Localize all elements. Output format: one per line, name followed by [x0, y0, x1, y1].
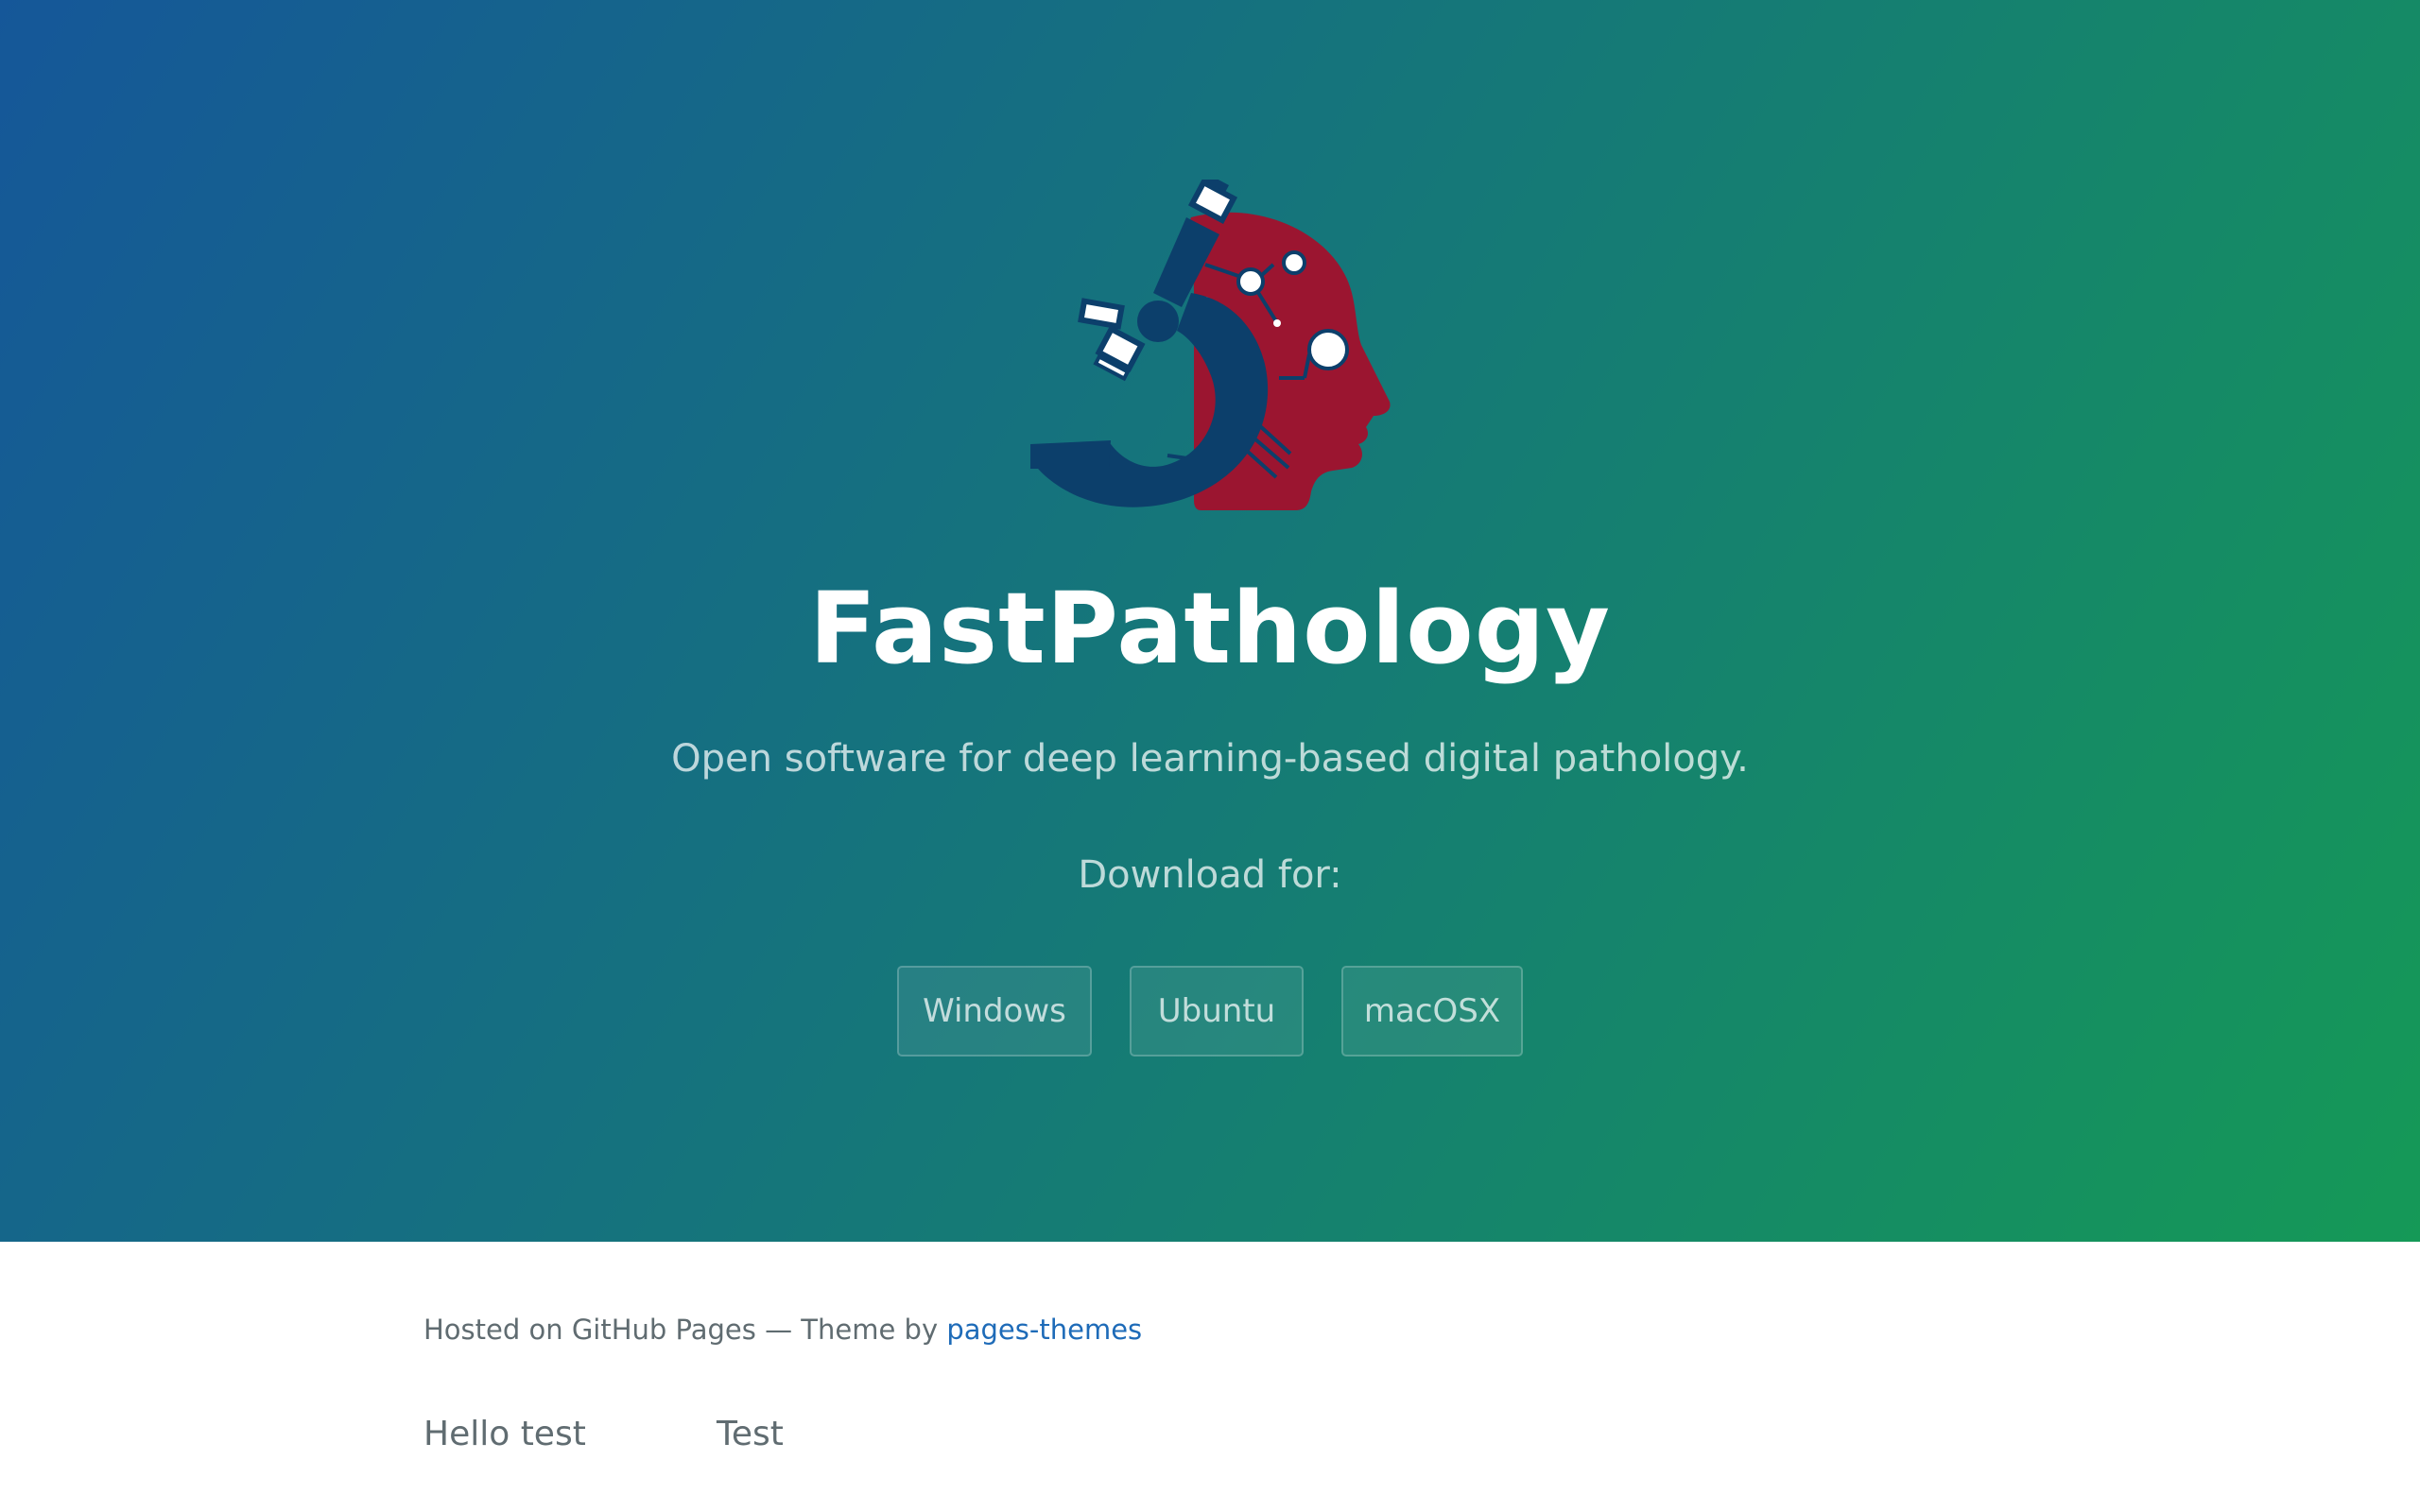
table-cell: Hello test: [424, 1415, 586, 1453]
page-title: FastPathology: [809, 571, 1611, 686]
download-ubuntu-button[interactable]: Ubuntu: [1130, 966, 1304, 1057]
hosted-on-text: Hosted on GitHub Pages — Theme by: [424, 1314, 947, 1346]
download-buttons: Windows Ubuntu macOSX: [0, 966, 2420, 1057]
content-table-row: Hello test Test: [424, 1406, 784, 1463]
project-tagline: Open software for deep learning-based di…: [671, 737, 1749, 781]
download-label: Download for:: [1078, 853, 1342, 897]
page-header: FastPathology Open software for deep lea…: [0, 0, 2420, 1242]
pages-themes-link[interactable]: pages-themes: [946, 1314, 1142, 1346]
site-footer: Hosted on GitHub Pages — Theme by pages-…: [424, 1304, 1142, 1355]
microscope-brain-logo-icon: [1030, 180, 1391, 510]
download-windows-button[interactable]: Windows: [897, 966, 1092, 1057]
download-macosx-button[interactable]: macOSX: [1341, 966, 1523, 1057]
table-cell: Test: [717, 1415, 784, 1453]
